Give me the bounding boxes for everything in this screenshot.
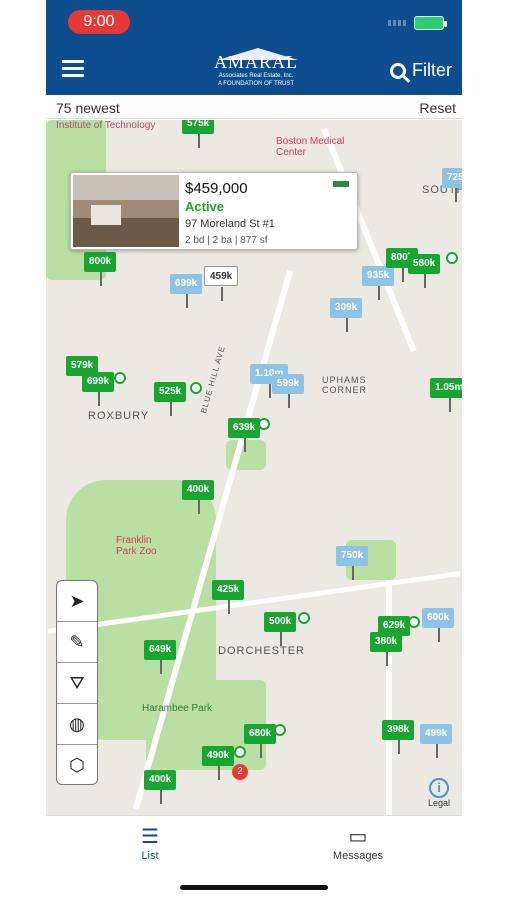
map-view[interactable]: ROXBURY DORCHESTER UPHAMS CORNER BLUE HI…: [46, 120, 462, 815]
status-time: 9:00: [68, 10, 130, 34]
price-pin[interactable]: 725: [442, 168, 462, 202]
price-pin[interactable]: 499k: [420, 724, 453, 758]
signal-icon: [388, 20, 406, 26]
active-marker-icon: [446, 252, 458, 264]
mls-logo-icon: [333, 181, 349, 187]
price-pin[interactable]: 1.05m: [430, 378, 462, 412]
satellite-button[interactable]: ◍: [57, 704, 97, 745]
results-count: 75 newest: [56, 100, 120, 116]
poi-institute: Institute of Technology: [56, 120, 156, 131]
location-arrow-icon: ➤: [69, 590, 85, 611]
price-pin[interactable]: 699k: [170, 274, 203, 308]
commute-button[interactable]: ⛛: [57, 663, 97, 704]
price-pin[interactable]: 398k: [382, 720, 415, 754]
map-label: ROXBURY: [88, 410, 150, 422]
active-marker-icon: [298, 612, 310, 624]
tab-list-label: List: [141, 850, 159, 862]
message-icon: ▭: [348, 826, 368, 848]
search-icon: [390, 62, 406, 79]
hamburger-icon: [62, 60, 84, 63]
home-indicator: [180, 885, 328, 890]
price-pin[interactable]: 309k: [330, 298, 363, 332]
cube-icon: ⬡: [69, 755, 85, 775]
cluster-count-badge[interactable]: 2: [232, 764, 248, 780]
legal-link[interactable]: i Legal: [428, 778, 450, 808]
price-pin[interactable]: 680k: [244, 724, 277, 758]
price-pin[interactable]: 649k: [144, 640, 177, 674]
filter-button[interactable]: Filter: [390, 60, 452, 81]
price-pin[interactable]: 525k: [154, 382, 187, 416]
price-pin[interactable]: 500k: [264, 612, 297, 646]
reset-button[interactable]: Reset: [419, 100, 456, 116]
active-marker-icon: [408, 616, 420, 628]
header-bar: 9:00 AMARAL Associates Real Estate, Inc.…: [46, 0, 462, 95]
logo-subtitle: Associates Real Estate, Inc.: [218, 73, 294, 79]
poi-park: Harambee Park: [142, 703, 213, 714]
price-pin[interactable]: 600k: [422, 608, 455, 642]
map-label: BLUE HILL AVE: [198, 344, 227, 415]
list-icon: ☰: [141, 826, 159, 848]
price-pin[interactable]: 599k: [272, 374, 305, 408]
tab-list[interactable]: ☰ List: [110, 824, 190, 862]
listing-callout[interactable]: $459,000 Active 97 Moreland St #1 2 bd |…: [70, 172, 358, 250]
price-pin[interactable]: 400k: [144, 770, 177, 804]
active-marker-icon: [274, 724, 286, 736]
listing-details: 2 bd | 2 ba | 877 sf: [185, 235, 268, 246]
map-toolbar: ➤ ✎ ⛛ ◍ ⬡: [56, 580, 98, 785]
map-label: UPHAMS CORNER: [322, 375, 368, 395]
filter-label: Filter: [412, 60, 452, 80]
legal-label: Legal: [428, 798, 451, 808]
listing-address: 97 Moreland St #1: [185, 218, 275, 230]
battery-icon: [414, 16, 447, 30]
draw-button[interactable]: ✎: [57, 622, 97, 663]
active-marker-icon: [234, 746, 246, 758]
map-label: DORCHESTER: [218, 645, 306, 657]
tab-messages-label: Messages: [332, 850, 384, 862]
tab-messages[interactable]: ▭ Messages: [318, 824, 398, 862]
selected-price-pin[interactable]: 459k: [204, 266, 239, 301]
poi-hospital: Boston Medical Center: [276, 136, 345, 158]
active-marker-icon: [258, 418, 270, 430]
menu-button[interactable]: [62, 60, 84, 78]
price-pin[interactable]: 400k: [182, 480, 215, 514]
price-pin[interactable]: 639k: [228, 418, 261, 452]
road-icon: ⛛: [69, 672, 85, 693]
price-pin[interactable]: 425k: [212, 580, 245, 614]
logo-tagline: A FOUNDATION OF TRUST: [217, 81, 295, 87]
locate-button[interactable]: ➤: [57, 581, 97, 622]
price-pin[interactable]: 699k: [82, 372, 115, 406]
price-pin[interactable]: 800k: [84, 252, 117, 286]
price-pin[interactable]: 580k: [408, 254, 441, 288]
price-pin[interactable]: 575k: [182, 120, 215, 148]
price-pin[interactable]: 490k: [202, 746, 235, 780]
price-pin[interactable]: 380k: [370, 632, 403, 666]
listing-status: Active: [185, 199, 225, 214]
app-screen: 9:00 AMARAL Associates Real Estate, Inc.…: [46, 0, 462, 900]
active-marker-icon: [190, 382, 202, 394]
pencil-icon: ✎: [69, 631, 85, 652]
listing-photo: [73, 175, 179, 247]
price-pin[interactable]: 750k: [336, 546, 369, 580]
company-logo: AMARAL Associates Real Estate, Inc. A FO…: [206, 48, 306, 92]
active-marker-icon: [114, 372, 126, 384]
3d-view-button[interactable]: ⬡: [57, 745, 97, 786]
globe-icon: ◍: [69, 713, 85, 734]
price-pin[interactable]: 935k: [362, 266, 395, 300]
results-bar: 75 newest Reset: [46, 95, 462, 119]
info-icon: i: [429, 778, 449, 798]
logo-roof-icon: [218, 48, 298, 60]
poi-zoo: Franklin Park Zoo: [116, 535, 157, 557]
listing-price: $459,000: [185, 180, 248, 197]
